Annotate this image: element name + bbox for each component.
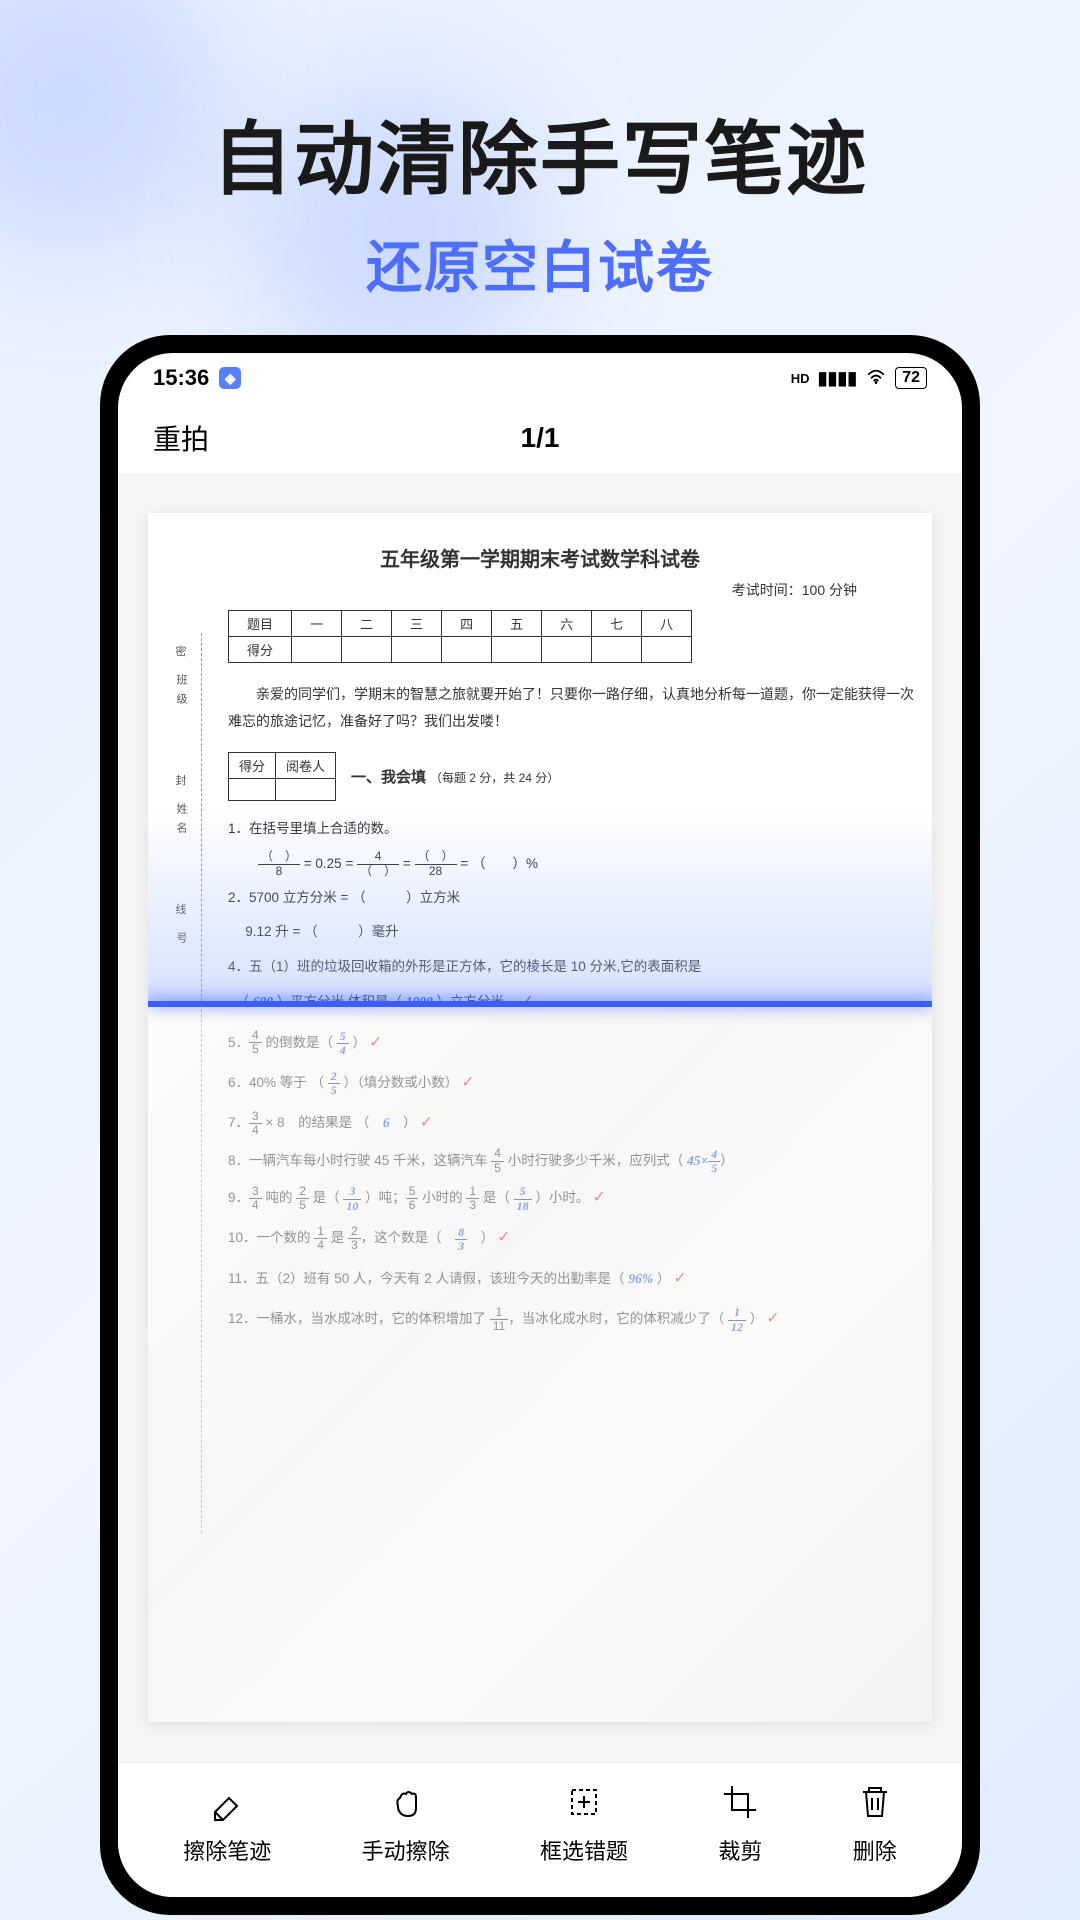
delete-button[interactable]: 删除: [853, 1780, 897, 1866]
battery-indicator: 72: [895, 367, 927, 389]
q11: 11．五（2）班有 50 人，今天有 2 人请假，该班今天的出勤率是（ 96% …: [228, 1260, 917, 1298]
exam-time: 考试时间：100 分钟: [163, 580, 917, 600]
app-header: 重拍 1/1: [118, 403, 962, 473]
status-time: 15:36: [153, 365, 209, 391]
q1: 1．在括号里填上合适的数。: [228, 813, 917, 845]
content-area[interactable]: 密 班级 封 姓名 线 号 五年级第一学期期末考试数学科试卷 考试时间：100 …: [118, 473, 962, 1762]
manual-erase-button[interactable]: 手动擦除: [362, 1780, 450, 1866]
trash-icon: [853, 1780, 897, 1824]
eraser-icon: [205, 1780, 249, 1824]
wifi-icon: [865, 367, 887, 390]
q6: 6．40% 等于 （ 25 ）（填分数或小数）✓: [228, 1064, 917, 1102]
q7: 7．34 × 8 的结果是 （ 6 ）✓: [228, 1104, 917, 1142]
q2b: 9.12 升 = （ ）毫升: [228, 916, 917, 948]
erase-traces-button[interactable]: 擦除笔迹: [183, 1780, 271, 1866]
page-counter: 1/1: [521, 422, 560, 454]
bottom-toolbar: 擦除笔迹 手动擦除 框选错题 裁剪: [118, 1762, 962, 1897]
hero-subtitle: 还原空白试卷: [0, 223, 1080, 304]
q12: 12．一桶水，当水成冰时，它的体积增加了 111，当冰化成水时，它的体积减少了（…: [228, 1300, 917, 1338]
q10: 10．一个数的 14 是 23，这个数是（ 83 ）✓: [228, 1219, 917, 1257]
question-list: 1．在括号里填上合适的数。 （ ）8 = 0.25 = 4（ ） = （ ）28…: [228, 813, 917, 1338]
hand-erase-icon: [384, 1780, 428, 1824]
q9: 9．34 吨的 25 是（ 310 ）吨；56 小时的 13 是（ 518 ）小…: [228, 1179, 917, 1217]
crop-icon: [718, 1780, 762, 1824]
exam-paper: 密 班级 封 姓名 线 号 五年级第一学期期末考试数学科试卷 考试时间：100 …: [148, 513, 932, 1722]
crop-button[interactable]: 裁剪: [718, 1780, 762, 1866]
q2a: 2．5700 立方分米 = （ ）立方米: [228, 882, 917, 914]
phone-screen: 15:36 ◈ HD ▮▮▮▮ 72 重拍 1/1 密 班级: [118, 353, 962, 1897]
status-app-icon: ◈: [219, 367, 241, 389]
score-table: 题目一二三四五六七八 得分: [228, 610, 692, 663]
hero-title: 自动清除手写笔迹: [0, 95, 1080, 211]
q5: 5．45 的倒数是（ 54 ）✓: [228, 1024, 917, 1062]
q4: 4．五（1）班的垃圾回收箱的外形是正方体，它的棱长是 10 分米,它的表面积是 …: [228, 951, 917, 1022]
status-bar: 15:36 ◈ HD ▮▮▮▮ 72: [118, 353, 962, 403]
binding-margin: 密 班级 封 姓名 线 号: [156, 633, 206, 966]
hd-indicator: HD: [791, 371, 810, 386]
exam-intro: 亲爱的同学们，学期末的智慧之旅就要开始了！只要你一路仔细，认真地分析每一道题，你…: [228, 681, 917, 734]
retake-button[interactable]: 重拍: [153, 418, 209, 458]
hero-section: 自动清除手写笔迹 还原空白试卷: [0, 0, 1080, 304]
phone-frame: 15:36 ◈ HD ▮▮▮▮ 72 重拍 1/1 密 班级: [100, 335, 980, 1915]
select-box-icon: [562, 1780, 606, 1824]
select-wrong-button[interactable]: 框选错题: [540, 1780, 628, 1866]
exam-title: 五年级第一学期期末考试数学科试卷: [163, 543, 917, 572]
section-1-header: 得分阅卷人 一、我会填 （每题 2 分，共 24 分）: [228, 752, 917, 801]
signal-icon: ▮▮▮▮: [818, 368, 858, 389]
q8: 8．一辆汽车每小时行驶 45 千米，这辆汽车 45 小时行驶多少千米，应列式（ …: [228, 1145, 917, 1177]
